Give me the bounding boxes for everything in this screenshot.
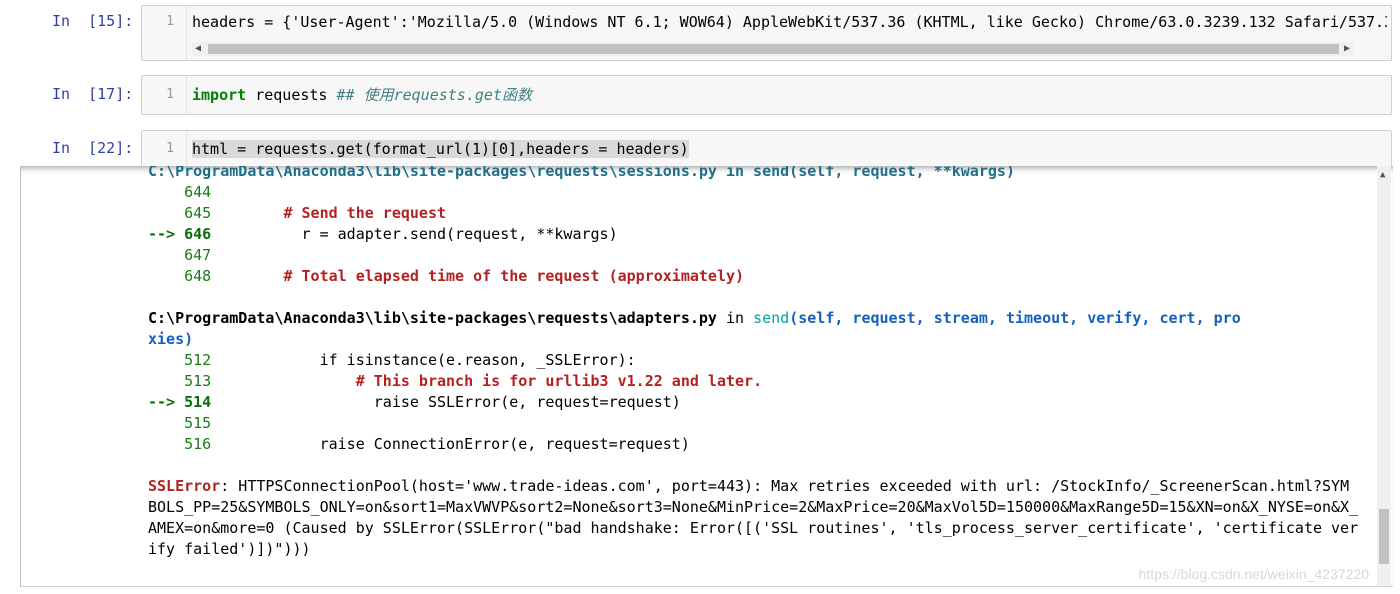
- line-number: 648: [184, 267, 212, 285]
- code-text: if isinstance(e.reason, _SSLError):: [211, 351, 636, 369]
- line-number: 645: [184, 204, 212, 222]
- error-type: SSLError: [148, 477, 221, 495]
- frame-in: in: [716, 309, 754, 327]
- traceback-text: C:\ProgramData\Anaconda3\lib\site-packag…: [148, 166, 1358, 560]
- line-number: 515: [184, 414, 212, 432]
- watermark: https://blog.csdn.net/weixin_4237220: [1138, 566, 1369, 582]
- keyword-import: import: [192, 86, 247, 104]
- frame-function: send: [753, 309, 790, 327]
- code-cell-request[interactable]: 1 html = requests.get(format_url(1)[0],h…: [141, 130, 1392, 167]
- line-number: 647: [184, 246, 212, 264]
- cell-prompt-17: In [17]:: [52, 85, 134, 103]
- scroll-right-icon[interactable]: ▶: [1344, 42, 1350, 56]
- line-number: 1: [166, 87, 174, 102]
- current-line-number: 514: [184, 393, 212, 411]
- line-number: 1: [166, 141, 174, 156]
- code-comment: # This branch is for urllib3 v1.22 and l…: [211, 372, 763, 390]
- line-number: 1: [166, 14, 174, 29]
- scroll-up-icon[interactable]: ▲: [1380, 170, 1385, 180]
- frame-path: C:\ProgramData\Anaconda3\lib\site-packag…: [148, 309, 717, 327]
- frame-block-1: 644 645 # Send the request --> 646 r = a…: [148, 183, 745, 285]
- frame-block-2: 512 if isinstance(e.reason, _SSLError): …: [148, 351, 763, 453]
- code-comment: # Total elapsed time of the request (app…: [211, 267, 745, 285]
- frame-args-wrap: xies): [148, 330, 194, 348]
- line-number: 516: [184, 435, 212, 453]
- line-gutter: 1: [142, 131, 187, 166]
- line-number: 512: [184, 351, 212, 369]
- code-cell-import[interactable]: 1 import requests ## 使用requests.get函数: [141, 75, 1392, 115]
- code-line[interactable]: html = requests.get(format_url(1)[0],hea…: [192, 139, 689, 159]
- selected-code[interactable]: html = requests.get(format_url(1)[0],hea…: [192, 140, 689, 158]
- error-line: AMEX=on&more=0 (Caused by SSLError(SSLEr…: [148, 519, 1359, 537]
- scrollbar-thumb[interactable]: [1379, 509, 1389, 564]
- error-line: BOLS_PP=25&SYMBOLS_ONLY=on&sort1=MaxVWVP…: [148, 498, 1359, 516]
- frame-args: (self, request, stream, timeout, verify,…: [789, 309, 1241, 327]
- line-gutter: 1: [142, 6, 187, 60]
- scrollbar-thumb[interactable]: [208, 44, 1339, 54]
- cell-prompt-15: In [15]:: [52, 12, 134, 30]
- code-text: raise ConnectionError(e, request=request…: [211, 435, 690, 453]
- line-number: 644: [184, 183, 212, 201]
- error-line: ify failed')])"))): [148, 540, 311, 558]
- error-line: : HTTPSConnectionPool(host='www.trade-id…: [220, 477, 1350, 495]
- frame-header-sessions: C:\ProgramData\Anaconda3\lib\site-packag…: [148, 166, 1015, 180]
- cell-output-traceback: C:\ProgramData\Anaconda3\lib\site-packag…: [20, 166, 1393, 587]
- code-line[interactable]: headers = {'User-Agent':'Mozilla/5.0 (Wi…: [192, 12, 1387, 32]
- code-text: raise SSLError(e, request=request): [211, 393, 681, 411]
- code-comment: ## 使用requests.get函数: [336, 86, 532, 104]
- code-comment: # Send the request: [211, 204, 447, 222]
- code-cell-headers[interactable]: 1 headers = {'User-Agent':'Mozilla/5.0 (…: [141, 5, 1392, 61]
- cell-prompt-22: In [22]:: [52, 139, 134, 157]
- vertical-scrollbar[interactable]: ▲: [1377, 166, 1391, 586]
- scroll-left-icon[interactable]: ◀: [195, 42, 201, 56]
- line-number: 513: [184, 372, 212, 390]
- code-line[interactable]: import requests ## 使用requests.get函数: [192, 85, 532, 105]
- code-text: r = adapter.send(request, **kwargs): [211, 225, 618, 243]
- error-message: SSLError: HTTPSConnectionPool(host='www.…: [148, 477, 1358, 558]
- module-name: requests: [246, 86, 337, 104]
- line-gutter: 1: [142, 76, 187, 114]
- current-line-number: 646: [184, 225, 212, 243]
- horizontal-scrollbar[interactable]: ◀ ▶: [192, 42, 1353, 56]
- frame-header-adapters: C:\ProgramData\Anaconda3\lib\site-packag…: [148, 309, 1241, 348]
